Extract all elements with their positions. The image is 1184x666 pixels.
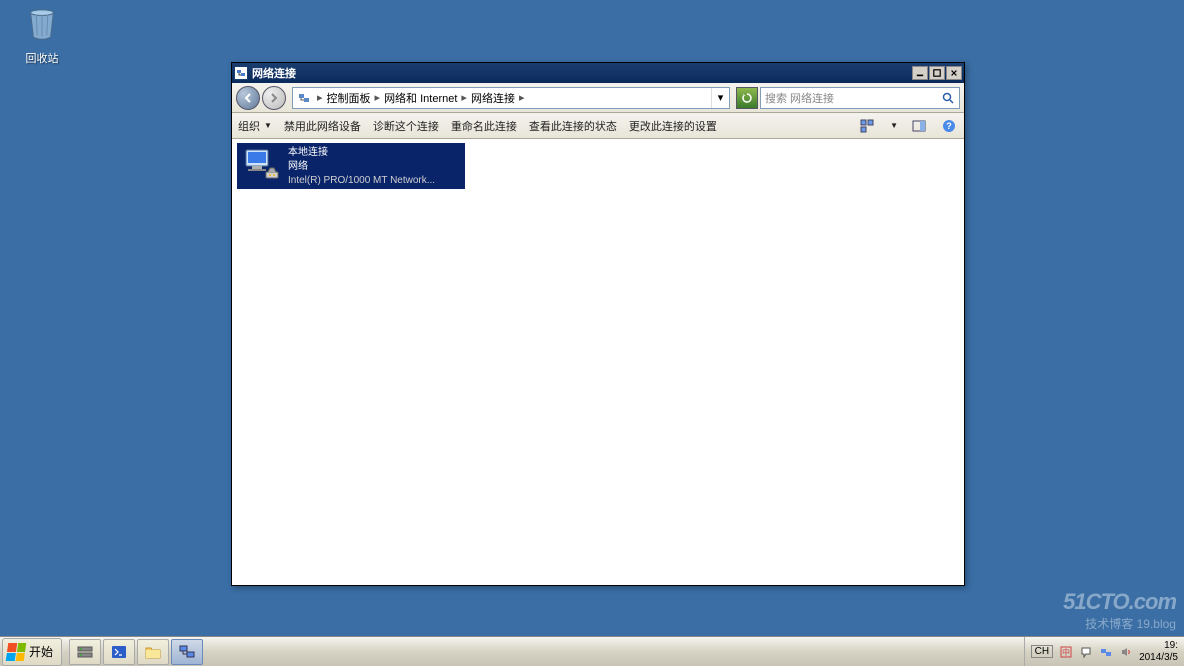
- toolbar-rename[interactable]: 重命名此连接: [451, 118, 517, 134]
- svg-text:中: 中: [1062, 647, 1070, 657]
- connection-item-local[interactable]: 本地连接 网络 Intel(R) PRO/1000 MT Network...: [237, 143, 465, 189]
- network-adapter-icon: [240, 146, 282, 186]
- connection-status: 网络: [288, 160, 435, 173]
- system-tray: CH 中 19: 2014/3/5: [1024, 637, 1184, 666]
- start-button[interactable]: 开始: [2, 638, 62, 666]
- tray-volume-icon[interactable]: [1119, 645, 1133, 659]
- refresh-button[interactable]: [736, 87, 758, 109]
- taskbar-powershell[interactable]: [103, 639, 135, 665]
- tray-action-center-icon[interactable]: [1079, 645, 1093, 659]
- title-bar[interactable]: 网络连接: [232, 63, 964, 83]
- address-bar-row: ▸ 控制面板 ▸ 网络和 Internet ▸ 网络连接 ▸ ▾: [232, 83, 964, 113]
- breadcrumb-control-panel[interactable]: 控制面板: [325, 90, 373, 106]
- search-input[interactable]: [761, 92, 939, 104]
- view-mode-dropdown[interactable]: ▼: [890, 121, 898, 130]
- tray-time-text: 19:: [1164, 640, 1178, 652]
- toolbar-change-settings[interactable]: 更改此连接的设置: [629, 118, 717, 134]
- breadcrumb-sep[interactable]: ▸: [459, 91, 469, 104]
- toolbar: 组织▼ 禁用此网络设备 诊断这个连接 重命名此连接 查看此连接的状态 更改此连接…: [232, 113, 964, 139]
- connection-device: Intel(R) PRO/1000 MT Network...: [288, 174, 435, 187]
- breadcrumb-sep[interactable]: ▸: [373, 91, 383, 104]
- nav-back-button[interactable]: [236, 86, 260, 110]
- connection-name: 本地连接: [288, 146, 435, 159]
- window-icon: [234, 66, 248, 80]
- windows-logo-icon: [6, 643, 27, 661]
- search-icon[interactable]: [939, 89, 957, 107]
- recycle-bin-label: 回收站: [18, 50, 66, 66]
- taskbar: 开始 CH 中 19: 2014/3/5: [0, 636, 1184, 666]
- start-label: 开始: [29, 643, 53, 660]
- nav-forward-button[interactable]: [262, 86, 286, 110]
- breadcrumb-network-internet[interactable]: 网络和 Internet: [382, 90, 459, 106]
- breadcrumb-sep[interactable]: ▸: [315, 91, 325, 104]
- desktop-recycle-bin[interactable]: 回收站: [18, 5, 66, 66]
- watermark: 51CTO.com 技术博客 19.blog: [1063, 589, 1176, 632]
- toolbar-disable-device[interactable]: 禁用此网络设备: [284, 118, 361, 134]
- window-title: 网络连接: [252, 65, 912, 81]
- network-connections-window: 网络连接 ▸ 控制面板 ▸ 网络和 Internet ▸ 网络连接 ▸ ▾: [231, 62, 965, 586]
- search-box[interactable]: [760, 87, 960, 109]
- close-button[interactable]: [946, 66, 962, 80]
- breadcrumb-bar[interactable]: ▸ 控制面板 ▸ 网络和 Internet ▸ 网络连接 ▸ ▾: [292, 87, 730, 109]
- tray-ime-icon[interactable]: 中: [1059, 645, 1073, 659]
- recycle-bin-icon: [23, 5, 61, 43]
- taskbar-network-connections[interactable]: [171, 639, 203, 665]
- content-area[interactable]: 本地连接 网络 Intel(R) PRO/1000 MT Network...: [232, 139, 964, 585]
- minimize-button[interactable]: [912, 66, 928, 80]
- tray-date-text: 2014/3/5: [1139, 652, 1178, 664]
- toolbar-diagnose[interactable]: 诊断这个连接: [373, 118, 439, 134]
- preview-pane-button[interactable]: [910, 117, 928, 135]
- maximize-button[interactable]: [929, 66, 945, 80]
- toolbar-view-status[interactable]: 查看此连接的状态: [529, 118, 617, 134]
- help-button[interactable]: ?: [940, 117, 958, 135]
- breadcrumb-origin-icon: [296, 90, 312, 106]
- breadcrumb-network-connections[interactable]: 网络连接: [469, 90, 517, 106]
- breadcrumb-sep[interactable]: ▸: [517, 91, 527, 104]
- tray-clock[interactable]: 19: 2014/3/5: [1139, 640, 1178, 664]
- taskbar-explorer[interactable]: [137, 639, 169, 665]
- taskbar-server-manager[interactable]: [69, 639, 101, 665]
- tray-language[interactable]: CH: [1031, 645, 1053, 658]
- tray-network-icon[interactable]: [1099, 645, 1113, 659]
- address-dropdown-button[interactable]: ▾: [711, 88, 729, 108]
- view-mode-button[interactable]: [858, 117, 876, 135]
- svg-text:?: ?: [946, 121, 952, 131]
- toolbar-organize[interactable]: 组织▼: [238, 118, 272, 134]
